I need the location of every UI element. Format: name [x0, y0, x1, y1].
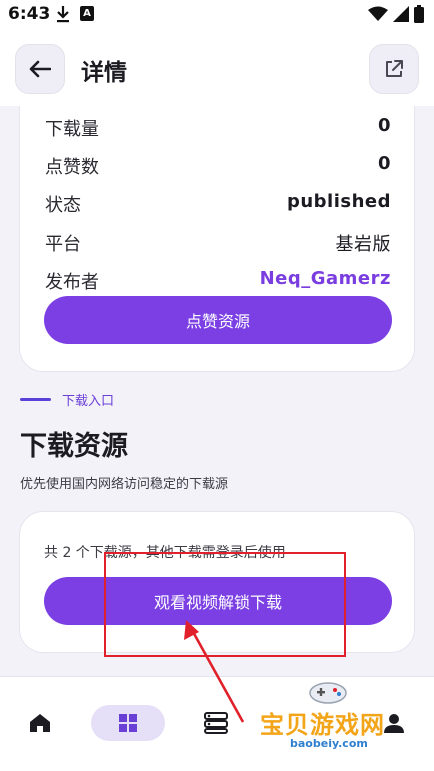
person-icon [384, 714, 404, 733]
status-time: 6:43 [8, 4, 51, 24]
section-title: 下载资源 [20, 431, 128, 462]
detail-row-platform: 平台 基岩版 [45, 228, 391, 258]
section-label: 下载入口 [62, 394, 115, 409]
detail-row-likes: 点赞数 0 [45, 151, 391, 181]
status-bar: 6:43 A [0, 0, 434, 30]
page-title: 详情 [81, 60, 127, 86]
detail-row-status: 状态 published [45, 189, 391, 219]
detail-value: published [286, 191, 391, 212]
nav-list[interactable] [196, 705, 236, 741]
back-button[interactable] [15, 44, 65, 94]
detail-row-publisher: 发布者 Neq_Gamerz [45, 266, 391, 296]
detail-key: 下载量 [45, 119, 99, 140]
grid-icon [119, 714, 137, 732]
detail-key: 状态 [45, 195, 81, 216]
detail-key: 发布者 [45, 272, 99, 293]
detail-value: 0 [377, 153, 391, 174]
detail-value: 0 [377, 115, 391, 136]
publisher-link[interactable]: Neq_Gamerz [260, 268, 391, 289]
open-external-button[interactable] [369, 44, 419, 94]
wifi-icon [368, 6, 388, 21]
list-icon [204, 712, 228, 734]
app-bar: 详情 [0, 30, 434, 106]
notification-badge: A [80, 6, 94, 21]
back-arrow-icon [29, 60, 51, 78]
detail-key: 平台 [45, 234, 81, 255]
section-subtitle: 优先使用国内网络访问稳定的下载源 [20, 477, 229, 492]
gamepad-icon [309, 682, 347, 704]
nav-grid[interactable] [91, 705, 165, 741]
home-icon [30, 714, 50, 732]
detail-row-downloads: 下载量 0 [45, 113, 391, 143]
battery-icon [414, 5, 424, 23]
detail-value: 基岩版 [335, 234, 391, 255]
signal-icon [393, 6, 409, 22]
open-external-icon [386, 60, 403, 77]
watermark-text: 宝贝游戏网 [260, 711, 385, 739]
highlight-box [104, 552, 346, 657]
like-resource-button[interactable]: 点赞资源 [44, 296, 392, 344]
details-card: 下载量 0 点赞数 0 状态 published 平台 基岩版 发布者 Neq_… [19, 106, 415, 372]
nav-home[interactable] [20, 705, 60, 741]
detail-key: 点赞数 [45, 157, 99, 178]
watermark-url: baobeiy.com [290, 737, 368, 750]
download-icon [57, 6, 69, 23]
section-accent-line [20, 398, 51, 401]
